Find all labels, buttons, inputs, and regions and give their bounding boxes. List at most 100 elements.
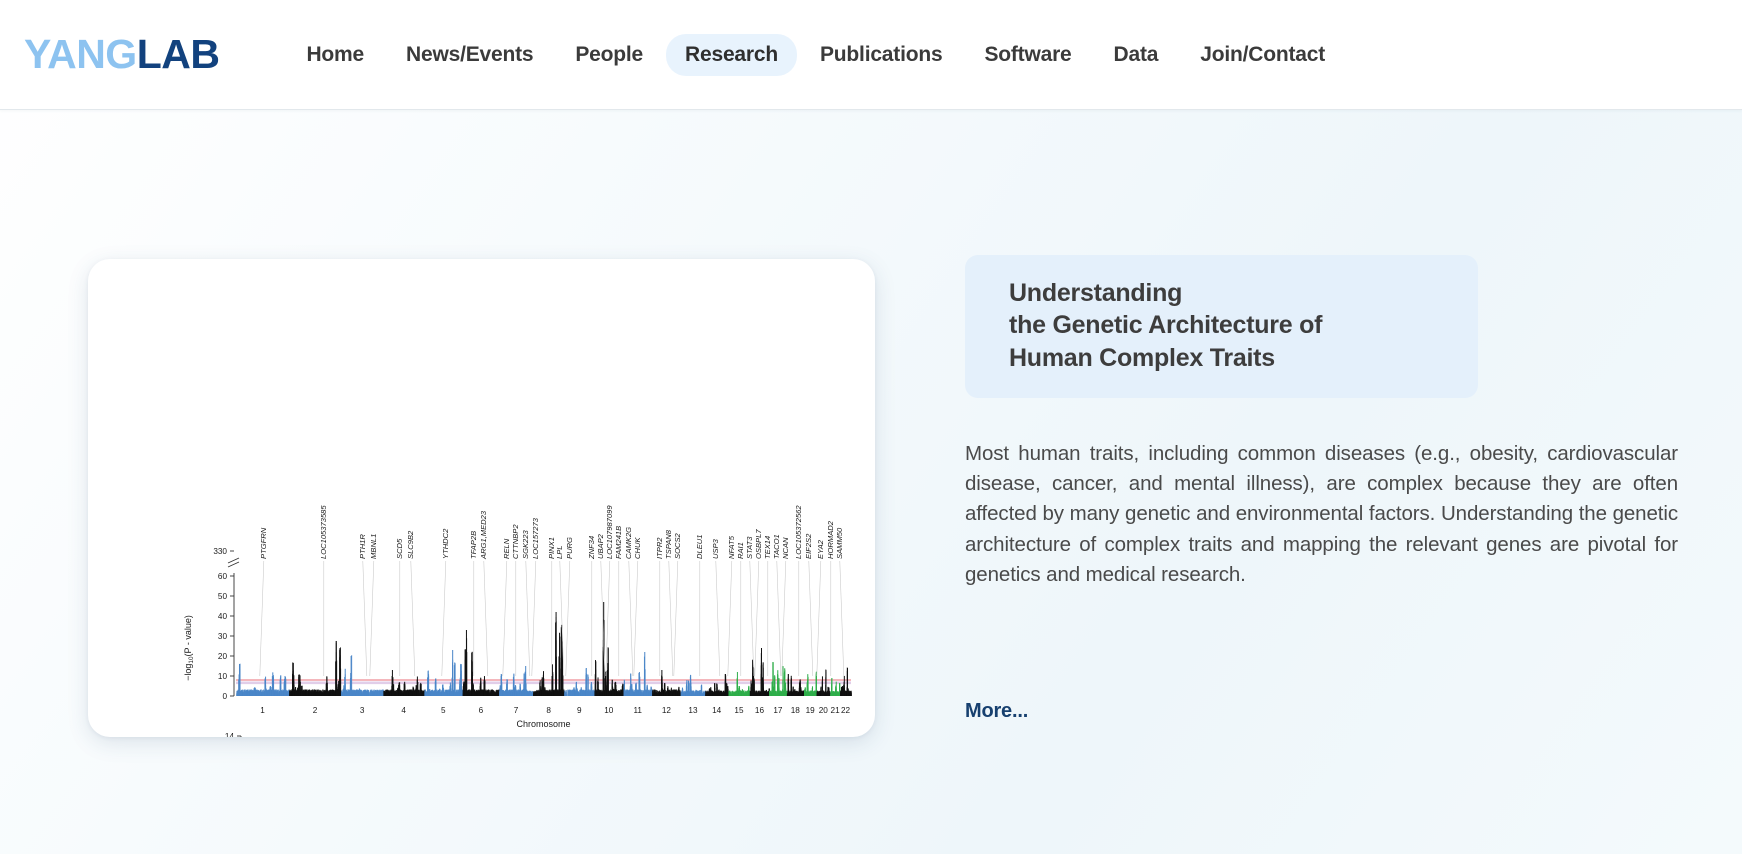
gene-label: FAM241B: [614, 526, 623, 559]
gene-label: LOC105373585: [319, 505, 328, 559]
x-tick-label: 11: [633, 706, 642, 715]
y-tick-label-break: 330: [213, 547, 227, 556]
gene-label: NFAT5: [727, 535, 736, 559]
gene-annotations-top: PTGFRN LOC105373585 PTH1R MBNL1 SCD5 SLC9B2 YT…: [259, 505, 845, 677]
research-title-card: Understanding the Genetic Architecture o…: [965, 255, 1478, 398]
y-tick-label: 60: [218, 572, 228, 581]
y-tick-label: 40: [218, 612, 228, 621]
gene-label: ARG1,MED23: [479, 510, 488, 560]
gene-label: EIF2S2: [804, 533, 813, 559]
gene-label: DLEU1: [695, 535, 704, 559]
gene-label: STAT3: [745, 536, 754, 559]
gene-label: PTH1R: [358, 534, 367, 559]
gene-label: PTGFRN: [259, 527, 268, 559]
nav-item-home[interactable]: Home: [287, 34, 383, 76]
research-figure-card: 0 10 20 30 40 50 60 330 −log10(P - value) 1 2 3 4 5 6 7…: [88, 259, 875, 737]
nav-item-publications[interactable]: Publications: [801, 34, 961, 76]
gene-label: CTTNBP2: [511, 524, 520, 559]
chromosome-points-14: [705, 674, 729, 696]
gene-label: TSPAN8: [664, 529, 673, 559]
x-tick-label: 13: [688, 706, 698, 715]
research-text-column: Understanding the Genetic Architecture o…: [965, 110, 1695, 723]
chromosome-points-5: [424, 650, 464, 696]
x-tick-label: 6: [479, 706, 484, 715]
x-tick-label: 22: [841, 706, 851, 715]
y-tick-label: 14: [225, 732, 235, 737]
gene-label: SGK223: [521, 530, 530, 559]
gene-label: ZNF34: [587, 536, 596, 560]
gene-label: LOC107987099: [605, 505, 614, 559]
gene-label: RAI1: [736, 542, 745, 559]
gene-label: PURG: [565, 537, 574, 559]
y-tick-label: 30: [218, 632, 228, 641]
gene-label: LOC157273: [531, 517, 540, 559]
x-axis-top: 1 2 3 4 5 6 7 8 9 10 11 12 13 14 15 16 17 18 19 20 21 22Chrom…: [260, 706, 850, 729]
nav-item-join-contact[interactable]: Join/Contact: [1181, 34, 1344, 76]
page-title-line-1: Understanding: [1009, 277, 1434, 309]
gene-label: LPL: [555, 545, 564, 559]
y-tick-label: 50: [218, 592, 228, 601]
research-body-paragraph: Most human traits, including common dise…: [965, 439, 1678, 591]
x-tick-label: 3: [360, 706, 365, 715]
gene-label: SAMM50: [835, 527, 844, 559]
manhattan-plot-bottom: 02468101214−log10(P - value)123456789101…: [225, 732, 242, 737]
x-tick-label: 2: [313, 706, 318, 715]
manhattan-plot-top: 0102030405060330−log10(P - value)1 2 3 4 5 6 7…: [183, 505, 852, 729]
chromosome-points-6: [462, 630, 500, 696]
chromosome-points-7: [499, 666, 534, 696]
chromosome-points-17: [769, 662, 788, 696]
gene-label: SLC9B2: [406, 530, 415, 559]
nav-item-people[interactable]: People: [556, 34, 662, 76]
chromosome-points-3: [341, 655, 384, 696]
gene-label: MBNL1: [369, 534, 378, 559]
x-tick-label: 16: [755, 706, 765, 715]
gene-label: TFAP2B: [469, 531, 478, 559]
nav-item-news-events[interactable]: News/Events: [387, 34, 552, 76]
x-tick-label: 5: [441, 706, 446, 715]
y-tick-label: 20: [218, 652, 228, 661]
site-logo[interactable]: YANGLAB: [24, 31, 220, 77]
gene-label: RELN: [502, 538, 511, 559]
gene-label: LOC105372562: [794, 505, 803, 559]
nav-item-software[interactable]: Software: [965, 34, 1090, 76]
x-axis-label: Chromosome: [516, 719, 570, 729]
more-link[interactable]: More...: [965, 700, 1028, 723]
gene-label: USP3: [711, 538, 720, 559]
y-tick-label: 0: [222, 692, 227, 701]
x-tick-label: 1: [260, 706, 265, 715]
gene-label: OSBPL7: [754, 529, 763, 559]
x-tick-label: 10: [604, 706, 614, 715]
gene-label: TACO1: [772, 534, 781, 559]
chromosome-points-21: [830, 678, 841, 696]
chromosome-points-2: [289, 640, 342, 696]
x-tick-label: 7: [514, 706, 519, 715]
x-tick-label: 12: [662, 706, 672, 715]
chromosome-points-13: [680, 674, 707, 696]
main-navigation: Home News/Events People Research Publication…: [287, 33, 1344, 76]
x-tick-label: 15: [734, 706, 744, 715]
page-content: 0 10 20 30 40 50 60 330 −log10(P - value) 1 2 3 4 5 6 7…: [0, 110, 1742, 854]
chromosome-points-18: [786, 674, 805, 696]
x-tick-label: 19: [806, 706, 816, 715]
x-tick-label: 14: [712, 706, 722, 715]
gene-label: CAMK2G: [624, 527, 633, 559]
x-tick-label: 8: [546, 706, 551, 715]
page-title-line-3: Human Complex Traits: [1009, 342, 1434, 374]
site-header: YANGLAB Home News/Events People Research Pub…: [0, 0, 1742, 110]
logo-yang: YANG: [24, 31, 137, 77]
nav-item-data[interactable]: Data: [1095, 34, 1178, 76]
x-tick-label: 20: [819, 706, 829, 715]
gene-label: ITPR2: [655, 537, 664, 559]
page-title-line-2: the Genetic Architecture of: [1009, 309, 1434, 341]
gene-label: NCAN: [781, 537, 790, 559]
gene-label: SCD5: [395, 538, 404, 559]
logo-lab: LAB: [137, 31, 220, 77]
nav-item-research[interactable]: Research: [666, 33, 797, 76]
gene-label: CHUK: [633, 537, 642, 559]
x-tick-label: 4: [401, 706, 406, 715]
x-tick-label: 9: [577, 706, 582, 715]
x-tick-label: 17: [773, 706, 783, 715]
gene-label: TEX14: [763, 536, 772, 559]
y-tick-label: 10: [218, 672, 228, 681]
x-tick-label: 21: [831, 706, 841, 715]
